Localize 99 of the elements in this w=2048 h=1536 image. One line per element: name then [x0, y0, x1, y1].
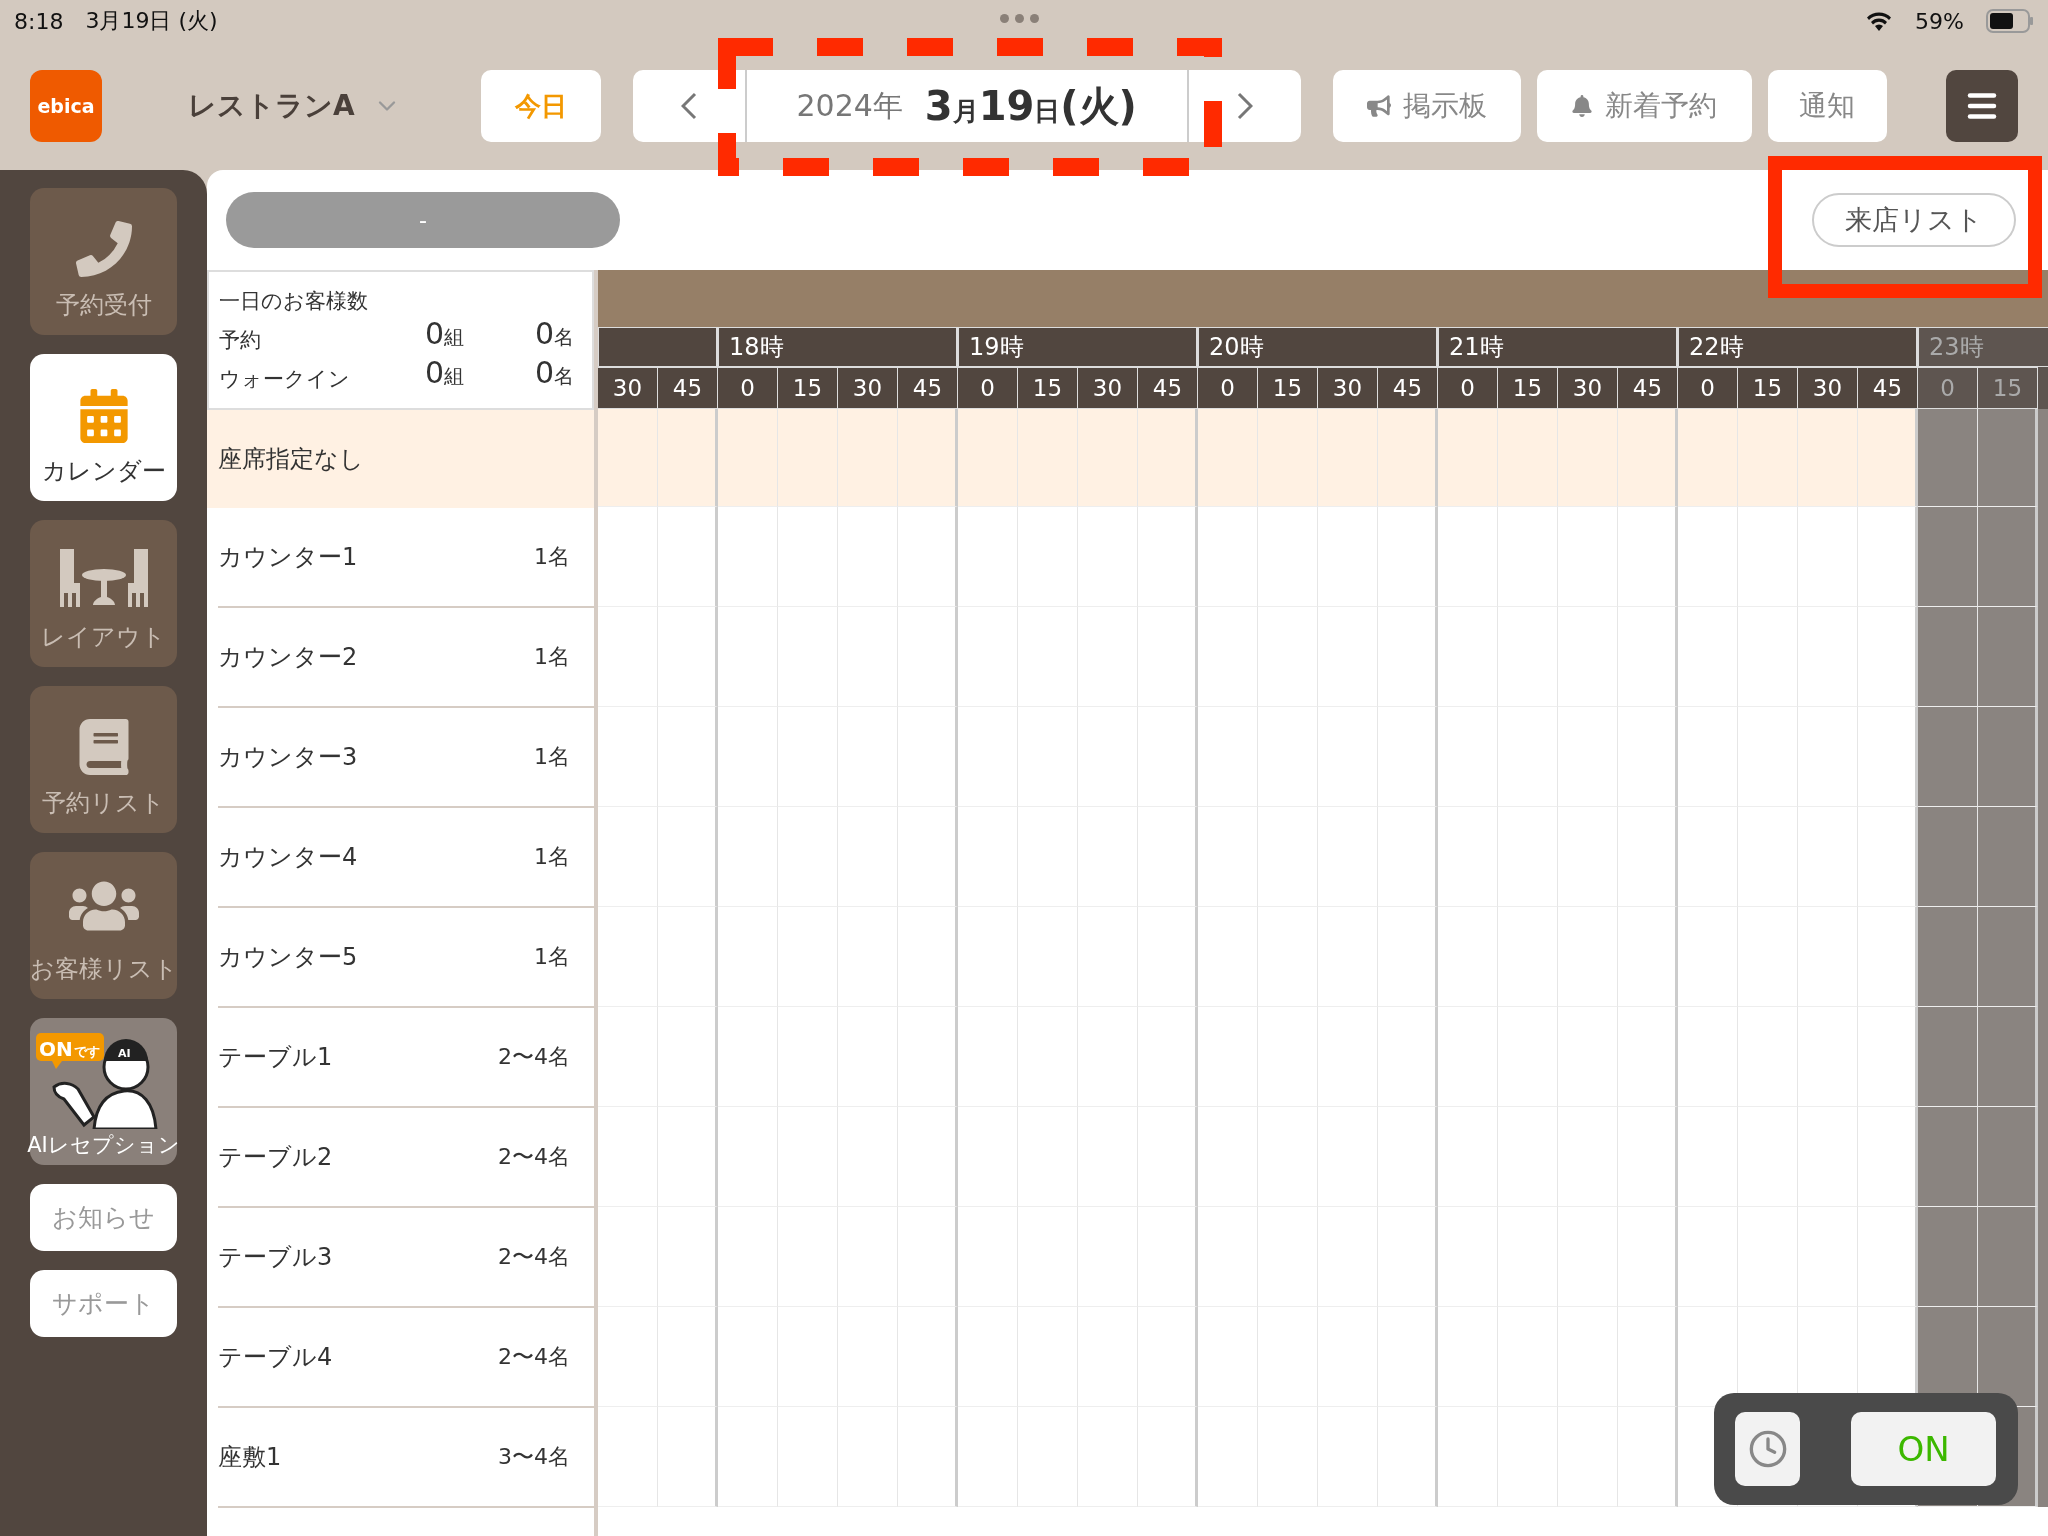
- battery-icon: [1986, 9, 2034, 33]
- group-count: 0組: [423, 317, 465, 353]
- today-button[interactable]: 今日: [480, 70, 601, 142]
- time-slot[interactable]: [1678, 1307, 1738, 1407]
- hour-header: 18時: [718, 327, 958, 367]
- sidebar-label: 予約受付: [55, 290, 152, 321]
- minute-header: 30: [1078, 367, 1138, 409]
- notifications-button[interactable]: 通知: [1767, 70, 1887, 142]
- seat-capacity: 1名: [534, 843, 570, 871]
- sidebar-item[interactable]: 予約リスト: [30, 686, 177, 833]
- megaphone-icon: [1366, 94, 1391, 118]
- seat-name: カウンター1: [218, 542, 358, 573]
- minute-header: 45: [1138, 367, 1198, 409]
- minute-header: 15: [1498, 367, 1558, 409]
- group-count: 0組: [423, 356, 465, 392]
- sidebar-label: お知らせ: [52, 1202, 155, 1234]
- seat-name: カウンター5: [218, 942, 358, 973]
- seat-name: カウンター2: [218, 642, 358, 673]
- hour-header: 20時: [1198, 327, 1438, 367]
- minute-header: 30: [1798, 367, 1858, 409]
- menu-button[interactable]: [1946, 70, 2018, 142]
- minute-header: 0: [1678, 367, 1738, 409]
- sidebar-label: レイアウト: [41, 622, 166, 653]
- seat-name: カウンター4: [218, 842, 358, 873]
- minute-header: 0: [958, 367, 1018, 409]
- minute-header: 0: [718, 367, 778, 409]
- minute-header: 45: [1858, 367, 1918, 409]
- sidebar-label: カレンダー: [41, 456, 166, 487]
- on-toggle[interactable]: ON: [1851, 1412, 1996, 1486]
- summary-label: ウォークイン: [219, 366, 351, 393]
- minute-header: 45: [898, 367, 958, 409]
- status-time: 8:18: [14, 8, 64, 34]
- seat-capacity: 3〜4名: [498, 1443, 570, 1471]
- minute-header: 45: [1618, 367, 1678, 409]
- receptionist-drawing: ON です AI: [33, 1029, 174, 1129]
- phone-icon: [75, 221, 132, 277]
- sidebar-item[interactable]: サポート: [30, 1270, 177, 1337]
- seat-name: 座席指定なし: [218, 444, 364, 475]
- bulletin-button[interactable]: 掲示板: [1332, 70, 1521, 142]
- seat-capacity: 1名: [534, 943, 570, 971]
- minute-header: 15: [1258, 367, 1318, 409]
- minute-header: 15: [1018, 367, 1078, 409]
- seat-name: テーブル2: [218, 1142, 333, 1173]
- sidebar-item[interactable]: 予約受付: [30, 188, 177, 335]
- bell-icon: [1571, 95, 1594, 117]
- seat-capacity: 2〜4名: [498, 1343, 570, 1371]
- seat-name: テーブル4: [218, 1342, 333, 1373]
- seat-capacity: 1名: [534, 643, 570, 671]
- minute-header: 0: [1918, 367, 1978, 409]
- minute-header: 30: [598, 367, 658, 409]
- sidebar-item[interactable]: お客様リスト: [30, 852, 177, 999]
- seat-name: カウンター3: [218, 742, 358, 773]
- date-display: 2024年 3月 19日(火): [744, 70, 1189, 142]
- sidebar-label: AIレセプション: [27, 1132, 180, 1159]
- minute-header: 15: [1978, 367, 2038, 409]
- seat-name: 座敷1: [218, 1442, 282, 1473]
- battery-level: 59%: [1915, 8, 1964, 34]
- chevron-left-icon: [680, 92, 697, 120]
- hour-header: 23時: [1918, 327, 2048, 367]
- sidebar-item[interactable]: お知らせ: [30, 1184, 177, 1251]
- sidebar-item[interactable]: カレンダー: [30, 354, 177, 501]
- hour-header: 21時: [1438, 327, 1678, 367]
- minute-header: 30: [1318, 367, 1378, 409]
- wifi-icon: [1865, 11, 1894, 31]
- seat-name: テーブル3: [218, 1242, 333, 1273]
- status-date: 3月19日 (火): [85, 7, 218, 35]
- seat-capacity: 2〜4名: [498, 1043, 570, 1071]
- sidebar-label: お客様リスト: [29, 954, 178, 985]
- sidebar-label: 予約リスト: [42, 788, 165, 819]
- new-reservations-button[interactable]: 新着予約: [1536, 70, 1752, 142]
- summary-title: 一日のお客様数: [219, 288, 369, 315]
- minute-header: 30: [1558, 367, 1618, 409]
- summary-label: 予約: [219, 327, 262, 354]
- visit-list-button[interactable]: 来店リスト: [1812, 193, 2016, 247]
- app-logo: ebica: [30, 70, 102, 142]
- guest-count: 0名: [533, 356, 575, 392]
- seat-capacity: 2〜4名: [498, 1143, 570, 1171]
- seat-capacity: 1名: [534, 743, 570, 771]
- minute-header: 15: [778, 367, 838, 409]
- chevron-right-icon: [1236, 92, 1253, 120]
- minute-header: 0: [1438, 367, 1498, 409]
- minute-header: 15: [1738, 367, 1798, 409]
- seat-capacity: 1名: [534, 543, 570, 571]
- store-selector[interactable]: レストランA: [188, 87, 401, 125]
- seat-name: テーブル1: [218, 1042, 333, 1073]
- seat-capacity: 2〜4名: [498, 1243, 570, 1271]
- filter-pill[interactable]: -: [226, 192, 620, 248]
- sidebar-label: サポート: [52, 1288, 155, 1320]
- table-chairs-icon: [57, 547, 150, 609]
- minute-header: 45: [1378, 367, 1438, 409]
- minute-header: 30: [838, 367, 898, 409]
- sidebar-item[interactable]: レイアウト: [30, 520, 177, 667]
- hour-header: 19時: [958, 327, 1198, 367]
- minute-header: 0: [1198, 367, 1258, 409]
- clock-icon: [1747, 1429, 1788, 1469]
- minute-header: 45: [658, 367, 718, 409]
- guest-count: 0名: [533, 317, 575, 353]
- multitasking-icon: [1000, 14, 1039, 23]
- hour-header: 22時: [1678, 327, 1918, 367]
